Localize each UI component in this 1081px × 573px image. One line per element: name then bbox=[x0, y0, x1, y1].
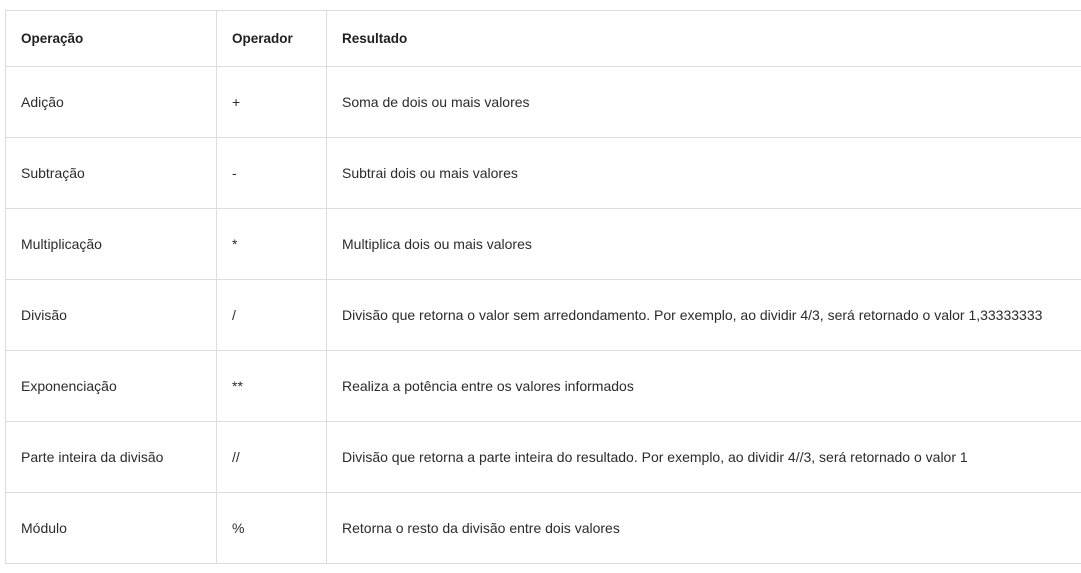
cell-operation: Módulo bbox=[5, 492, 217, 564]
cell-operation: Parte inteira da divisão bbox=[5, 421, 217, 493]
table-row: Divisão / Divisão que retorna o valor se… bbox=[5, 279, 1081, 351]
cell-result: Subtrai dois ou mais valores bbox=[326, 137, 1081, 209]
table-row: Exponenciação ** Realiza a potência entr… bbox=[5, 350, 1081, 422]
table-row: Parte inteira da divisão // Divisão que … bbox=[5, 421, 1081, 493]
cell-operation: Multiplicação bbox=[5, 208, 217, 280]
cell-result: Realiza a potência entre os valores info… bbox=[326, 350, 1081, 422]
table-row: Adição + Soma de dois ou mais valores bbox=[5, 66, 1081, 138]
cell-result: Retorna o resto da divisão entre dois va… bbox=[326, 492, 1081, 564]
table-header-row: Operação Operador Resultado bbox=[5, 10, 1081, 67]
cell-operator: // bbox=[216, 421, 327, 493]
cell-operation: Adição bbox=[5, 66, 217, 138]
cell-operation: Divisão bbox=[5, 279, 217, 351]
cell-operator: + bbox=[216, 66, 327, 138]
cell-result: Multiplica dois ou mais valores bbox=[326, 208, 1081, 280]
header-operacao: Operação bbox=[5, 10, 217, 67]
header-operador: Operador bbox=[216, 10, 327, 67]
cell-operator: / bbox=[216, 279, 327, 351]
cell-operator: % bbox=[216, 492, 327, 564]
cell-operator: * bbox=[216, 208, 327, 280]
cell-operator: - bbox=[216, 137, 327, 209]
header-resultado: Resultado bbox=[326, 10, 1081, 67]
cell-result: Divisão que retorna a parte inteira do r… bbox=[326, 421, 1081, 493]
cell-operation: Subtração bbox=[5, 137, 217, 209]
table-row: Módulo % Retorna o resto da divisão entr… bbox=[5, 492, 1081, 564]
operators-table-container: Operação Operador Resultado Adição + Som… bbox=[5, 10, 1081, 564]
operators-table: Operação Operador Resultado Adição + Som… bbox=[5, 10, 1081, 564]
table-row: Subtração - Subtrai dois ou mais valores bbox=[5, 137, 1081, 209]
cell-result: Divisão que retorna o valor sem arredond… bbox=[326, 279, 1081, 351]
cell-result: Soma de dois ou mais valores bbox=[326, 66, 1081, 138]
table-row: Multiplicação * Multiplica dois ou mais … bbox=[5, 208, 1081, 280]
cell-operation: Exponenciação bbox=[5, 350, 217, 422]
cell-operator: ** bbox=[216, 350, 327, 422]
